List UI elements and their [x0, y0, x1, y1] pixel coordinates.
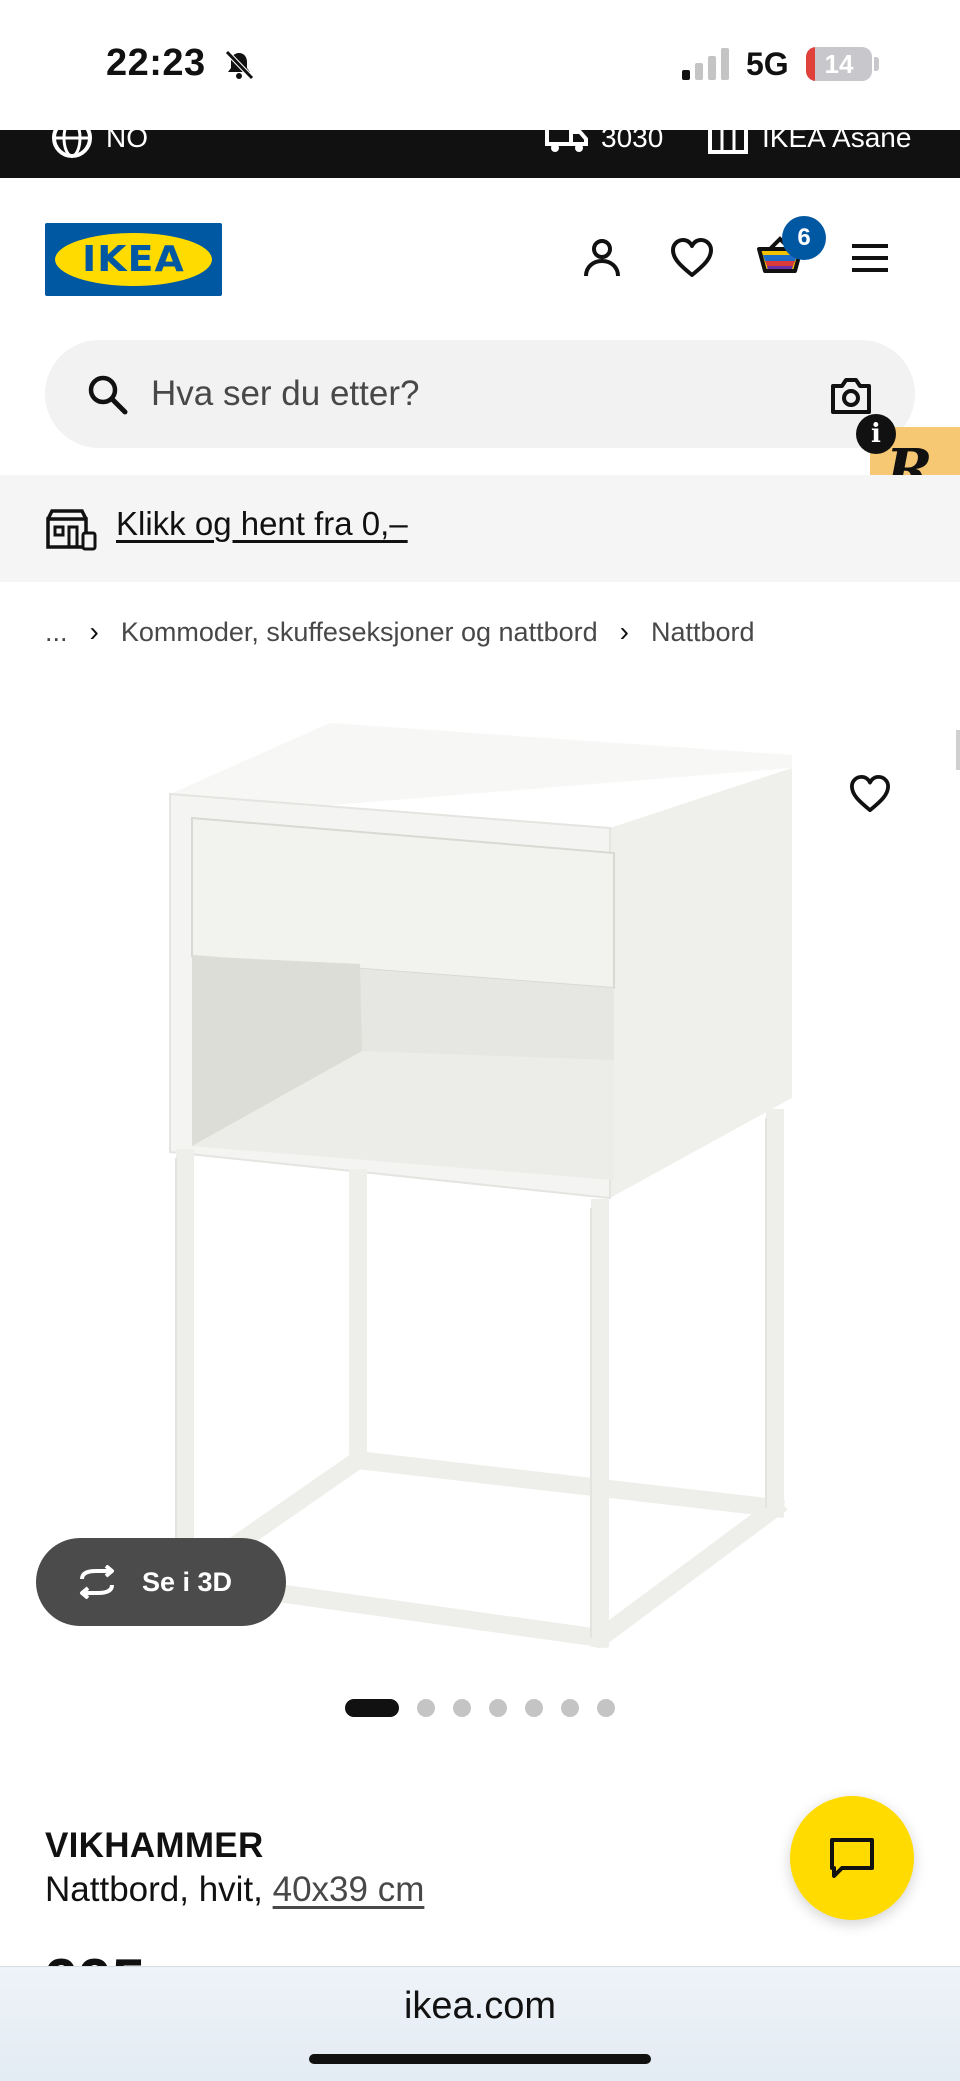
- top-utility-bar: NO 3030 IKEA Åsane: [0, 130, 960, 178]
- status-bar: 22:23 5G 14: [0, 0, 960, 130]
- carousel-dot[interactable]: [597, 1699, 615, 1717]
- delivery-postcode[interactable]: 3030: [545, 130, 663, 160]
- logo-text: IKEA: [82, 239, 185, 280]
- view-in-3d-label: Se i 3D: [142, 1566, 233, 1597]
- click-collect-banner: Klikk og hent fra 0,–: [0, 475, 960, 582]
- carousel-dot[interactable]: [417, 1699, 435, 1717]
- search-input[interactable]: [151, 366, 751, 422]
- click-collect-store-icon: [46, 509, 97, 551]
- store-icon: [708, 130, 748, 154]
- cart-count-badge: 6: [782, 216, 826, 260]
- user-icon: [584, 239, 620, 277]
- nightstand-side: [610, 768, 792, 1198]
- product-name: VIKHAMMER: [45, 1826, 264, 1865]
- product-type: Nattbord, hvit,: [45, 1870, 263, 1909]
- product-size-link[interactable]: 40x39 cm: [273, 1870, 425, 1909]
- battery-icon: 14: [806, 47, 872, 81]
- search-bar[interactable]: [45, 340, 915, 448]
- carousel-dot[interactable]: [453, 1699, 471, 1717]
- chat-button[interactable]: [790, 1796, 914, 1920]
- product-description: Nattbord, hvit, 40x39 cm: [45, 1870, 424, 1910]
- carousel-dot-active[interactable]: [345, 1699, 399, 1717]
- network-type: 5G: [746, 46, 789, 82]
- image-carousel-dots: [345, 1698, 615, 1718]
- battery-level: 14: [824, 49, 854, 79]
- view-in-3d-button[interactable]: Se i 3D: [36, 1538, 286, 1626]
- chevron-right-icon: ›: [89, 616, 99, 647]
- globe-icon: [52, 130, 92, 158]
- chevron-right-icon: ›: [619, 616, 629, 647]
- breadcrumb-ellipsis[interactable]: ...: [45, 617, 68, 648]
- signal-icon: [682, 48, 729, 80]
- home-indicator[interactable]: [309, 2054, 651, 2064]
- status-time: 22:23: [106, 42, 206, 84]
- breadcrumb: ... › Kommoder, skuffeseksjoner og nattb…: [45, 612, 755, 652]
- bell-muted-icon: [225, 50, 254, 80]
- url-text[interactable]: ikea.com: [0, 1985, 960, 2028]
- site-header: IKEA 6: [0, 178, 960, 338]
- ikea-logo[interactable]: IKEA: [45, 223, 222, 296]
- favourites-button[interactable]: [662, 228, 722, 288]
- add-to-favourites-button[interactable]: [840, 764, 900, 824]
- battery-cap: [874, 57, 879, 71]
- chat-icon: [830, 1838, 874, 1878]
- language-selector[interactable]: NO: [50, 130, 148, 160]
- breadcrumb-item-category[interactable]: Kommoder, skuffeseksjoner og nattbord: [121, 617, 598, 648]
- account-button[interactable]: [572, 228, 632, 288]
- store-label: IKEA Åsane: [762, 130, 912, 153]
- store-selector[interactable]: IKEA Åsane: [706, 130, 911, 160]
- info-icon[interactable]: i: [856, 414, 896, 454]
- carousel-dot[interactable]: [561, 1699, 579, 1717]
- rotate-3d-icon: [80, 1565, 114, 1599]
- heart-icon: [671, 238, 713, 277]
- carousel-dot[interactable]: [489, 1699, 507, 1717]
- language-label: NO: [106, 130, 148, 153]
- product-image[interactable]: [140, 718, 800, 1648]
- menu-icon: [852, 244, 888, 272]
- image-scroll-edge: [956, 730, 960, 770]
- click-collect-link[interactable]: Klikk og hent fra 0,–: [116, 505, 408, 543]
- breadcrumb-item-current[interactable]: Nattbord: [651, 617, 755, 648]
- menu-button[interactable]: [840, 228, 900, 288]
- heart-icon: [850, 774, 890, 813]
- camera-icon[interactable]: [829, 374, 873, 416]
- truck-icon: [545, 130, 588, 152]
- carousel-dot[interactable]: [525, 1699, 543, 1717]
- search-icon: [88, 375, 128, 415]
- postcode-label: 3030: [601, 130, 664, 153]
